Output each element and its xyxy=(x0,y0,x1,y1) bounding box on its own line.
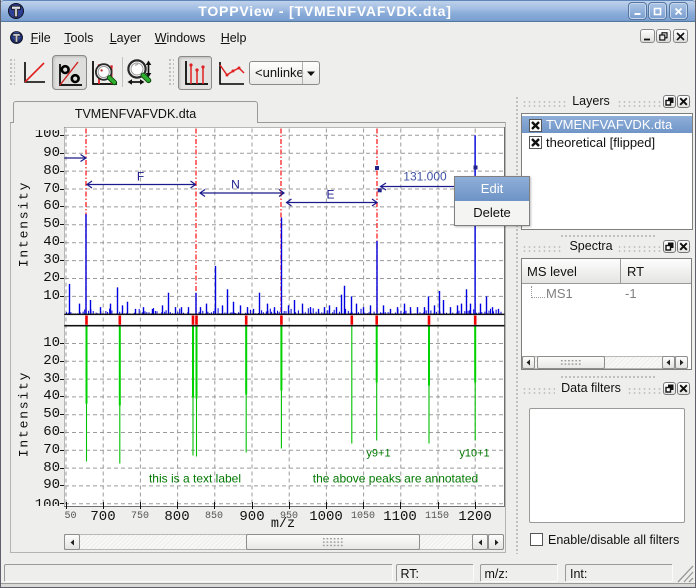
svg-text:this is a text label: this is a text label xyxy=(148,471,240,485)
svg-text:y9+1: y9+1 xyxy=(366,447,390,459)
svg-text:E: E xyxy=(326,187,334,201)
svg-text:the above peaks are annotated: the above peaks are annotated xyxy=(312,471,477,485)
svg-text:y10+1: y10+1 xyxy=(459,447,489,459)
svg-text:F: F xyxy=(136,169,143,183)
svg-text:131.000: 131.000 xyxy=(403,169,447,183)
svg-text:N: N xyxy=(231,177,240,191)
